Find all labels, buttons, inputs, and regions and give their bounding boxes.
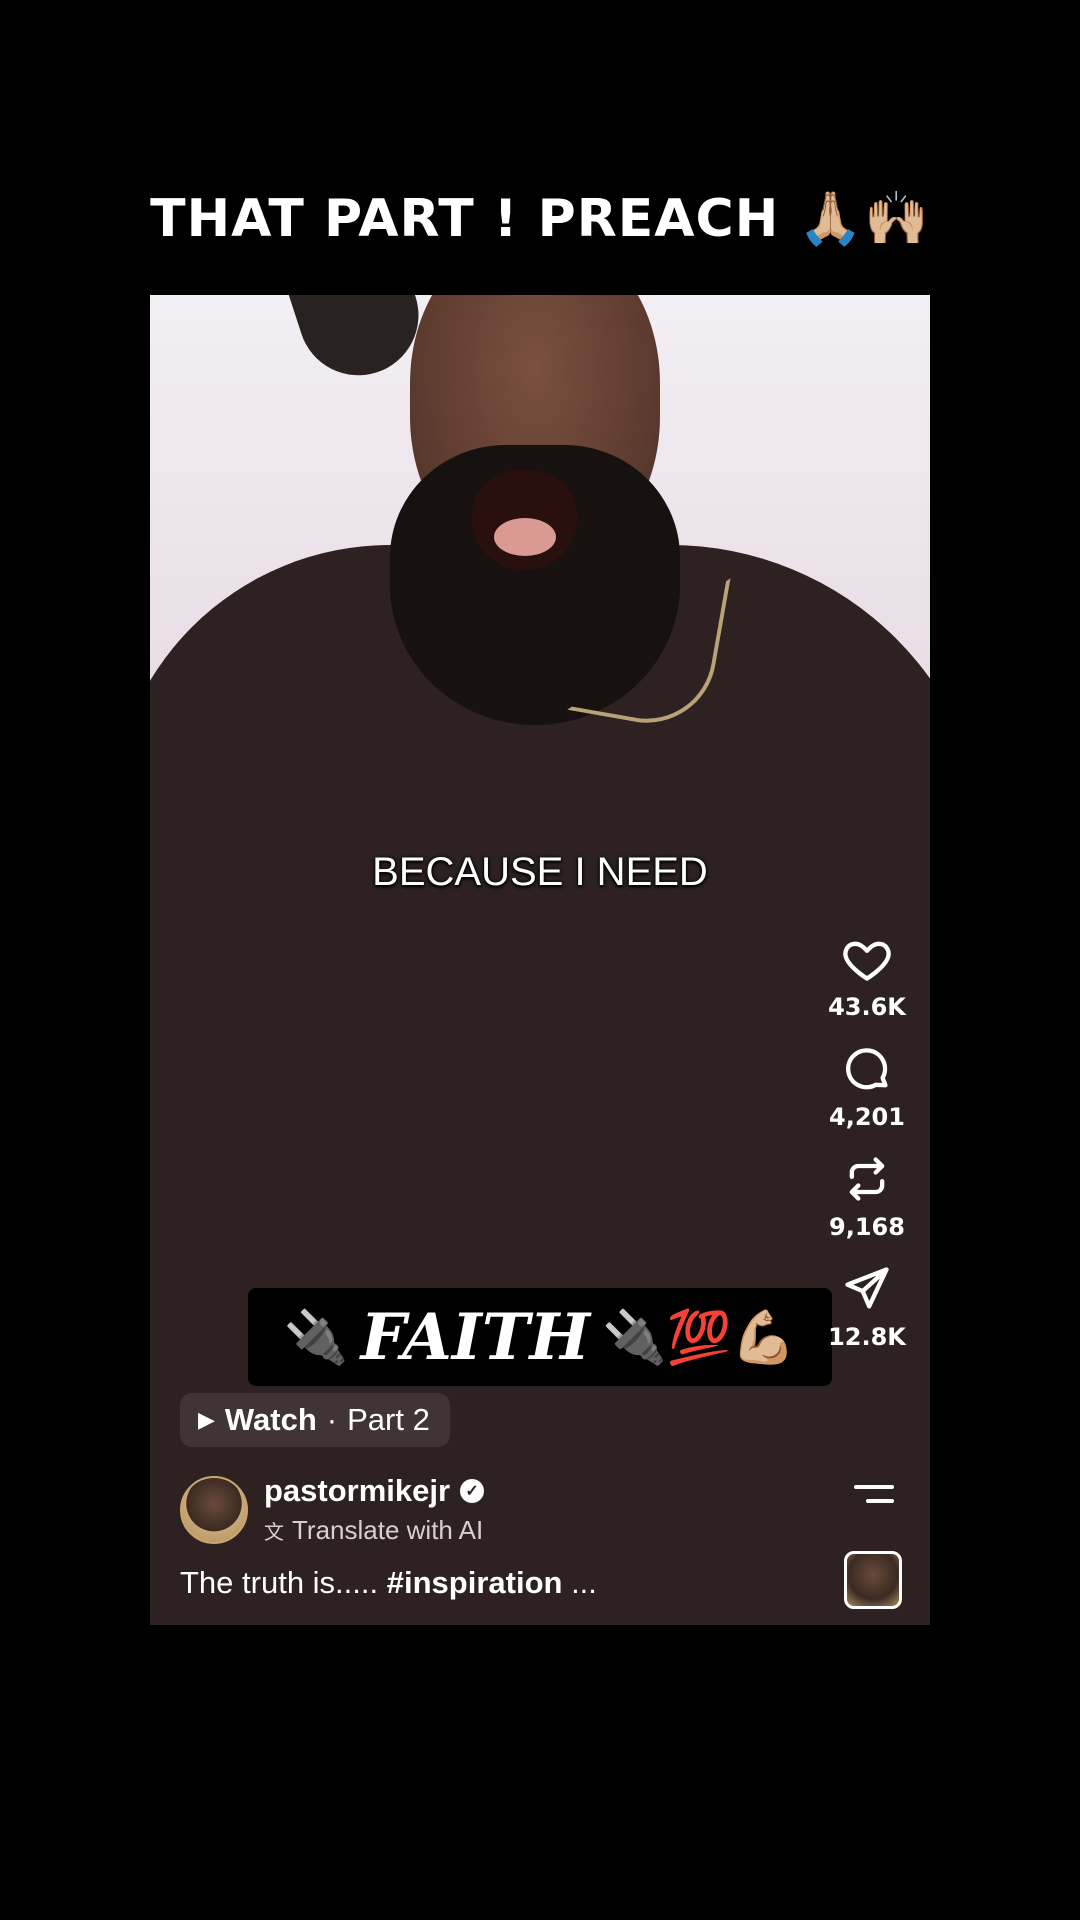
play-icon: ▶ (198, 1407, 215, 1432)
heart-icon (843, 941, 891, 981)
description-text: The truth is..... (180, 1565, 387, 1600)
username[interactable]: pastormikejr (264, 1473, 450, 1509)
author-info: pastormikejr ✓ 文 Translate with AI (264, 1473, 485, 1546)
translate-icon: 文 (264, 1522, 284, 1544)
avatar[interactable] (180, 1475, 248, 1544)
hashtag-link[interactable]: #inspiration (387, 1565, 563, 1600)
post-description[interactable]: The truth is..... #inspiration ... (180, 1565, 597, 1601)
repost-count: 9,168 (829, 1213, 905, 1241)
audio-thumbnail[interactable] (844, 1551, 902, 1609)
verified-badge-icon: ✓ (460, 1479, 485, 1503)
plug-emoji: 🔌 (283, 1308, 349, 1367)
video-subtitle: BECAUSE I NEED (372, 850, 708, 894)
share-count: 12.8K (828, 1323, 906, 1351)
description-more[interactable]: ... (562, 1565, 597, 1600)
faith-banner: 🔌 FAITH 🔌💯💪🏼 (248, 1288, 832, 1386)
username-line: pastormikejr ✓ (264, 1473, 485, 1509)
author-row: pastormikejr ✓ 文 Translate with AI (180, 1473, 485, 1546)
comment-button[interactable]: 4,201 (829, 1043, 905, 1131)
translate-button[interactable]: 文 Translate with AI (264, 1515, 484, 1546)
watch-label: Watch (224, 1402, 317, 1437)
faith-banner-text: FAITH (360, 1299, 590, 1375)
repost-button[interactable]: 9,168 (829, 1153, 905, 1241)
video-player[interactable]: BECAUSE I NEED 🔌 FAITH 🔌💯💪🏼 ▶ Watch · Pa… (150, 295, 930, 1625)
comment-icon (845, 1048, 888, 1090)
video-subject-mouth (472, 470, 577, 570)
like-button[interactable]: 43.6K (828, 933, 906, 1021)
share-button[interactable]: 12.8K (828, 1263, 906, 1351)
overlay-caption: THAT PART ! PREACH 🙏🏼🙌🏼 (150, 189, 930, 249)
like-count: 43.6K (828, 993, 906, 1021)
comment-count: 4,201 (829, 1103, 905, 1131)
more-options-icon[interactable] (854, 1483, 894, 1505)
banner-emojis: 🔌💯💪🏼 (601, 1308, 797, 1367)
watch-part-label: Part 2 (347, 1402, 430, 1437)
translate-label: Translate with AI (292, 1515, 484, 1545)
watch-separator: · (326, 1402, 338, 1437)
watch-part-button[interactable]: ▶ Watch · Part 2 (180, 1393, 450, 1447)
send-icon (845, 1267, 889, 1309)
repost-icon (849, 1157, 885, 1201)
action-rail: 43.6K 4,201 9,168 12.8K (812, 933, 922, 1373)
